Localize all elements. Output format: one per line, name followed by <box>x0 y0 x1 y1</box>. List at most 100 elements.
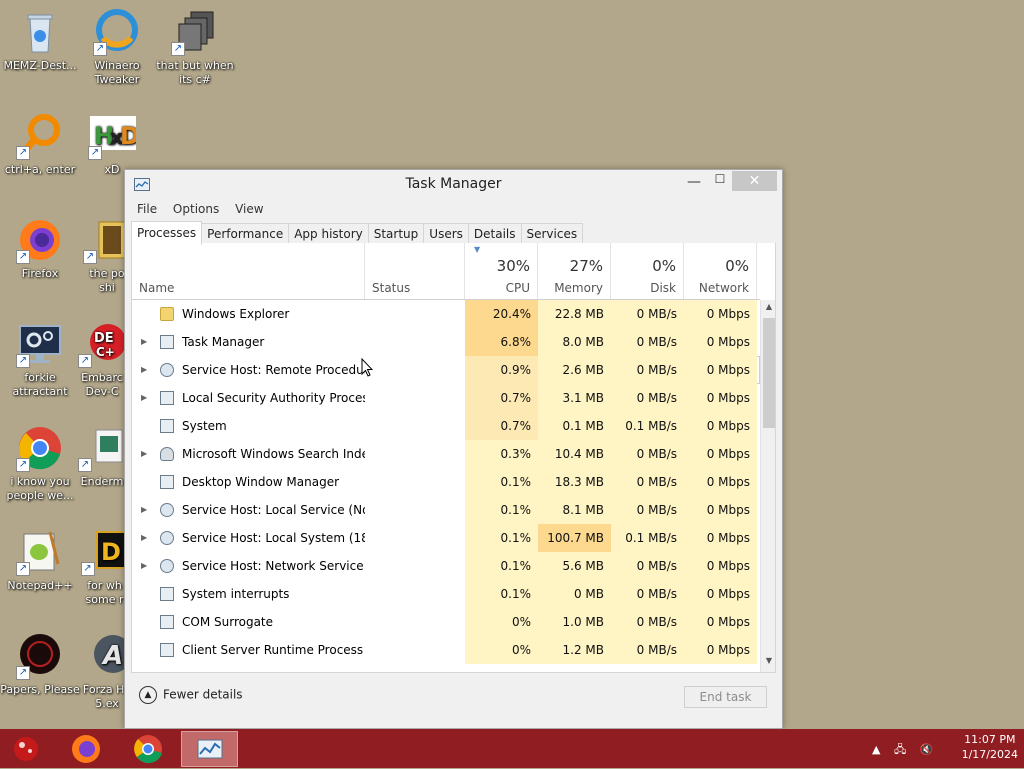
sort-descending-icon: ▼ <box>474 245 481 254</box>
menu-view[interactable]: View <box>229 200 269 216</box>
desktop-icon-ctrl-a[interactable]: ↗ ctrl+a, enter <box>0 112 80 177</box>
process-cpu-cell: 0.9% <box>465 356 538 384</box>
notepad-plus-plus-icon: ↗ <box>16 528 64 576</box>
close-button[interactable]: ✕ <box>732 171 777 191</box>
desktop-icon-forkie[interactable]: ↗ forkie attractant <box>0 320 80 399</box>
column-header-memory[interactable]: 27% Memory <box>538 243 611 299</box>
tab-users[interactable]: Users <box>423 223 469 245</box>
process-name-cell: Desktop Window Manager <box>132 468 365 496</box>
network-icon[interactable]: 🖧 <box>894 743 906 756</box>
desktop-icon-hxd[interactable]: HxD ↗ xD <box>77 112 147 177</box>
table-row[interactable]: System 0.7% 0.1 MB 0.1 MB/s 0 Mbps <box>132 412 760 440</box>
desktop-icon-label: Winaero Tweaker <box>94 59 140 86</box>
system-tray: ▲ 🖧 🔇 <box>872 741 943 760</box>
expand-arrow-icon[interactable]: ▶ <box>141 440 147 468</box>
maximize-button[interactable]: ☐ <box>707 172 733 192</box>
menu-options[interactable]: Options <box>167 200 225 216</box>
chrome-icon: ↗ <box>16 424 64 472</box>
expand-arrow-icon[interactable]: ▶ <box>141 524 147 552</box>
column-header-name[interactable]: Name <box>132 243 365 299</box>
table-row[interactable]: Desktop Window Manager 0.1% 18.3 MB 0 MB/s 0… <box>132 468 760 496</box>
taskbar-memz[interactable] <box>0 731 52 767</box>
fewer-details-button[interactable]: ▲ Fewer details <box>139 686 243 704</box>
expand-arrow-icon[interactable]: ▶ <box>141 552 147 580</box>
process-status-cell <box>365 300 465 328</box>
table-row[interactable]: Windows Explorer 20.4% 22.8 MB 0 MB/s 0 Mbps <box>132 300 760 328</box>
scroll-down-arrow-icon[interactable]: ▼ <box>761 656 775 670</box>
table-row[interactable]: ▶ Service Host: Remote Procedure... 0.9%2.… <box>132 356 760 384</box>
expand-arrow-icon[interactable]: ▶ <box>141 496 147 524</box>
desktop-icon-papers-please[interactable]: ↗ Papers, Please <box>0 632 80 697</box>
process-name: Microsoft Windows Search Inde... <box>182 447 365 461</box>
process-name-cell: Client Server Runtime Process <box>132 636 365 664</box>
tab-startup[interactable]: Startup <box>367 223 425 245</box>
table-row[interactable]: ▶ Service Host: Local System (18) 0.1% 100.… <box>132 524 760 552</box>
tab-app-history[interactable]: App history <box>288 223 369 245</box>
clock[interactable]: 11:07 PM 1/17/2024 <box>962 732 1018 762</box>
table-row[interactable]: ▶ Microsoft Windows Search Inde... 0.3% 10.… <box>132 440 760 468</box>
end-task-button[interactable]: End task <box>684 686 767 708</box>
table-row[interactable]: Client Server Runtime Process 0% 1.2 MB 0 M… <box>132 636 760 664</box>
process-disk-cell: 0 MB/s <box>611 300 684 328</box>
column-header-status[interactable]: Status <box>365 243 465 299</box>
process-memory-cell: 5.6 MB <box>538 552 611 580</box>
column-header-cpu[interactable]: ▼ 30% CPU <box>465 243 538 299</box>
desktop-icon-firefox[interactable]: ↗ Firefox <box>0 216 80 281</box>
scroll-thumb[interactable] <box>763 318 775 428</box>
process-cpu-cell: 0% <box>465 608 538 636</box>
tab-processes[interactable]: Processes <box>131 221 203 245</box>
desktop-icon-notepadpp[interactable]: ↗ Notepad++ <box>0 528 80 593</box>
chrome-icon <box>134 735 162 764</box>
desktop-icon-memz[interactable]: MEMZ-Dest... <box>0 8 80 73</box>
process-network-cell: 0 Mbps <box>684 328 757 356</box>
column-header-disk[interactable]: 0% Disk <box>611 243 684 299</box>
person-icon <box>160 447 174 461</box>
minimize-button[interactable]: — <box>681 174 707 194</box>
process-name-cell: ▶ Service Host: Local Service (No ... <box>132 496 365 524</box>
desktop-icon-embarcadero[interactable]: DE C+ ↗ Embarc Dev-C <box>77 320 127 399</box>
desktop-icon-that-but-when[interactable]: ↗ that but when its c# <box>155 8 235 87</box>
tab-services[interactable]: Services <box>520 223 584 245</box>
taskbar-task-manager[interactable] <box>181 731 238 767</box>
dark-file-icon: D ↗ <box>80 528 129 576</box>
column-header-network[interactable]: 0% Network <box>684 243 757 299</box>
scroll-up-arrow-icon[interactable]: ▲ <box>761 302 775 316</box>
process-memory-cell: 8.1 MB <box>538 496 611 524</box>
header-scroll-spacer <box>760 243 775 300</box>
tab-performance[interactable]: Performance <box>201 223 290 245</box>
process-disk-cell: 0 MB/s <box>611 468 684 496</box>
vertical-scrollbar[interactable]: ▲ ▼ <box>760 300 775 672</box>
menu-file[interactable]: File <box>131 200 163 216</box>
process-name-cell: ▶ Microsoft Windows Search Inde... <box>132 440 365 468</box>
process-network-cell: 0 Mbps <box>684 608 757 636</box>
table-row[interactable]: ▶ Local Security Authority Process 0.7% 3.1… <box>132 384 760 412</box>
expand-arrow-icon[interactable]: ▶ <box>141 384 147 412</box>
taskbar-chrome[interactable] <box>122 731 174 767</box>
process-name: Service Host: Network Service (5) <box>182 559 365 573</box>
taskbar-firefox[interactable] <box>60 731 112 767</box>
show-hidden-icons-icon[interactable]: ▲ <box>872 743 880 756</box>
process-network-cell: 0 Mbps <box>684 300 757 328</box>
desktop-icon-winaero[interactable]: ↗ Winaero Tweaker <box>77 8 157 87</box>
shortcut-arrow-icon: ↗ <box>88 146 102 160</box>
shortcut-arrow-icon: ↗ <box>78 354 92 368</box>
tab-details[interactable]: Details <box>467 223 522 245</box>
expand-arrow-icon[interactable]: ▶ <box>141 356 147 384</box>
table-row[interactable]: ▶ Service Host: Network Service (5) 0.1% 5.… <box>132 552 760 580</box>
process-name: Client Server Runtime Process <box>182 643 364 657</box>
table-row[interactable]: ▶ Service Host: Local Service (No ... 0.1%… <box>132 496 760 524</box>
table-row[interactable]: System interrupts 0.1% 0 MB 0 MB/s 0 Mbps <box>132 580 760 608</box>
expand-arrow-icon[interactable]: ▶ <box>141 328 147 356</box>
volume-muted-icon[interactable]: 🔇 <box>920 743 934 756</box>
table-row[interactable]: ▶ Task Manager 6.8% 8.0 MB 0 MB/s 0 Mbps <box>132 328 760 356</box>
title-bar[interactable]: Task Manager — ☐ ✕ <box>125 170 782 200</box>
process-network-cell: 0 Mbps <box>684 412 757 440</box>
table-row[interactable]: COM Surrogate 0% 1.0 MB 0 MB/s 0 Mbps <box>132 608 760 636</box>
image-file-icon: ↗ <box>78 424 126 472</box>
process-cpu-cell: 0.7% <box>465 412 538 440</box>
desktop-icon-enderman[interactable]: ↗ Enderm <box>77 424 127 489</box>
chevron-up-icon: ▲ <box>139 686 157 704</box>
desktop-icon-chrome-shortcut[interactable]: ↗ i know you people we... <box>0 424 80 503</box>
process-disk-cell: 0 MB/s <box>611 440 684 468</box>
svg-text:D: D <box>120 122 136 150</box>
